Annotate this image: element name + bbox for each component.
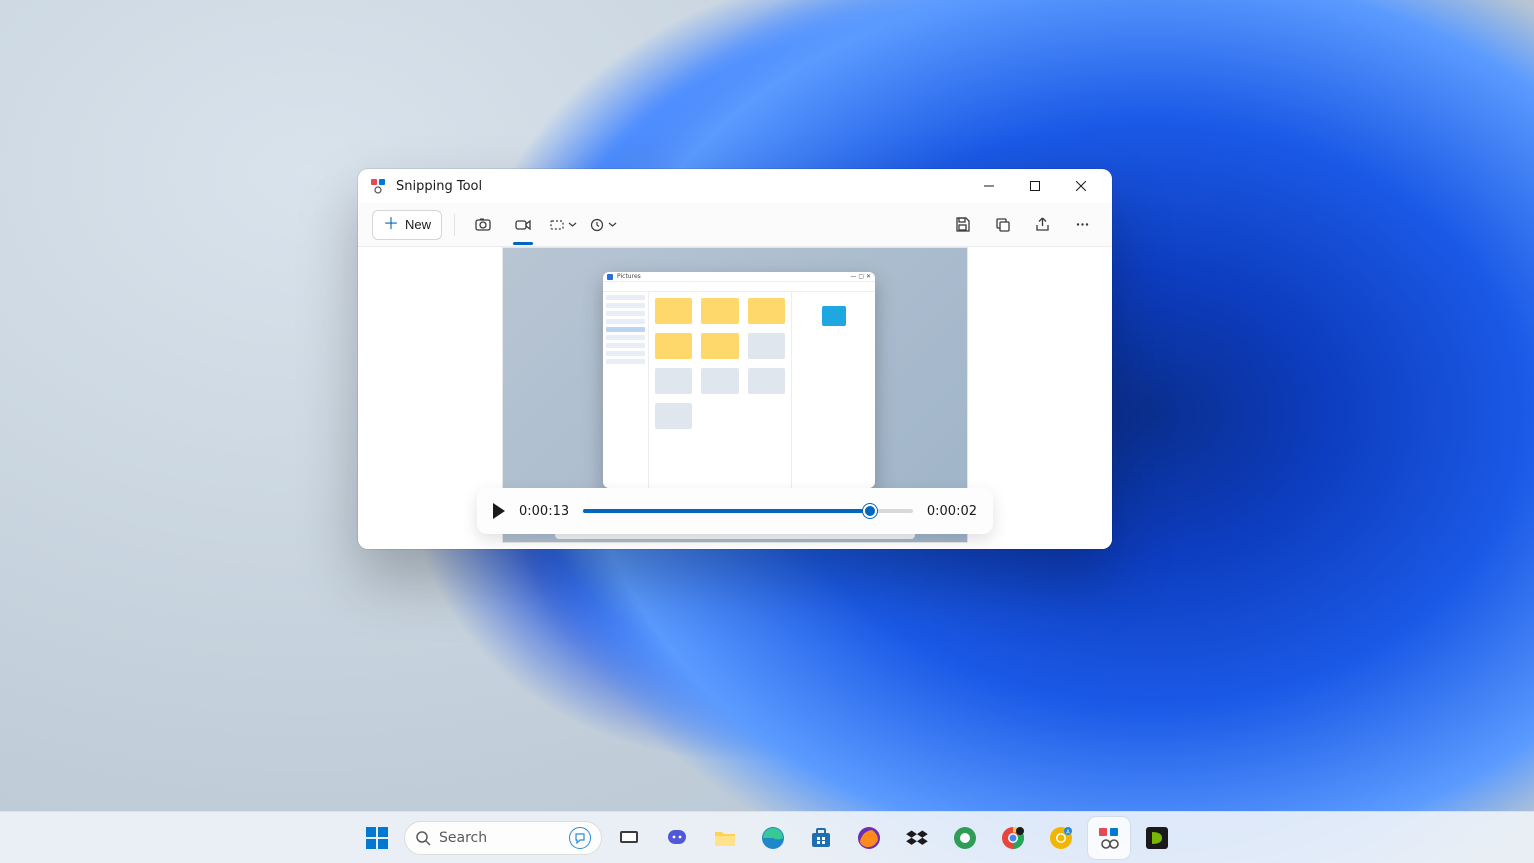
chat-button[interactable] bbox=[656, 817, 698, 859]
rectangle-icon bbox=[549, 217, 565, 233]
video-mode-button[interactable] bbox=[507, 210, 539, 240]
nvidia-icon bbox=[1144, 825, 1170, 851]
recorded-file-explorer: Pictures— ▢ ✕ bbox=[603, 272, 875, 488]
chat-icon bbox=[665, 826, 689, 850]
snipping-tool-button[interactable] bbox=[1088, 817, 1130, 859]
edge-button[interactable] bbox=[752, 817, 794, 859]
save-button[interactable] bbox=[946, 210, 978, 240]
video-icon bbox=[514, 216, 532, 234]
more-button[interactable] bbox=[1066, 210, 1098, 240]
chrome-canary-button[interactable]: A bbox=[1040, 817, 1082, 859]
maximize-button[interactable] bbox=[1012, 169, 1058, 203]
share-button[interactable] bbox=[1026, 210, 1058, 240]
windows-icon bbox=[364, 825, 390, 851]
close-button[interactable] bbox=[1058, 169, 1104, 203]
copy-button[interactable] bbox=[986, 210, 1018, 240]
chevron-down-icon bbox=[608, 220, 617, 229]
share-icon bbox=[1034, 216, 1051, 233]
chevron-down-icon bbox=[568, 220, 577, 229]
play-button[interactable] bbox=[493, 503, 505, 519]
file-explorer-button[interactable] bbox=[704, 817, 746, 859]
search-box[interactable]: Search bbox=[404, 821, 602, 855]
green-icon bbox=[952, 825, 978, 851]
chrome-icon bbox=[1000, 825, 1026, 851]
snip-icon bbox=[1097, 826, 1121, 850]
snip-shape-dropdown[interactable] bbox=[547, 210, 579, 240]
playback-controls: 0:00:13 0:00:02 bbox=[477, 488, 993, 534]
camera-icon bbox=[474, 216, 492, 234]
svg-text:A: A bbox=[1066, 829, 1070, 835]
save-icon bbox=[954, 216, 971, 233]
taskbar: Search A bbox=[0, 811, 1534, 863]
new-button[interactable]: ＋ New bbox=[372, 210, 442, 240]
clock-icon bbox=[589, 217, 605, 233]
elapsed-time: 0:00:13 bbox=[519, 504, 569, 519]
edge-icon bbox=[760, 825, 786, 851]
more-icon bbox=[1074, 216, 1091, 233]
new-button-label: New bbox=[405, 217, 431, 232]
delay-dropdown[interactable] bbox=[587, 210, 619, 240]
snipping-tool-app-icon bbox=[370, 178, 386, 194]
firefox-button[interactable] bbox=[848, 817, 890, 859]
task-view-button[interactable] bbox=[608, 817, 650, 859]
dropbox-button[interactable] bbox=[896, 817, 938, 859]
snipping-tool-window: Snipping Tool ＋ New bbox=[358, 169, 1112, 549]
folder-icon bbox=[712, 825, 738, 851]
progress-handle[interactable] bbox=[863, 504, 877, 518]
window-title: Snipping Tool bbox=[396, 179, 482, 194]
firefox-icon bbox=[856, 825, 882, 851]
remaining-time: 0:00:02 bbox=[927, 504, 977, 519]
nvidia-button[interactable] bbox=[1136, 817, 1178, 859]
camera-mode-button[interactable] bbox=[467, 210, 499, 240]
minimize-button[interactable] bbox=[966, 169, 1012, 203]
toolbar-separator bbox=[454, 214, 455, 236]
content-area: Pictures— ▢ ✕ 0:00:13 bbox=[358, 247, 1112, 549]
app-green-button[interactable] bbox=[944, 817, 986, 859]
store-icon bbox=[808, 825, 834, 851]
toolbar: ＋ New bbox=[358, 203, 1112, 247]
start-button[interactable] bbox=[356, 817, 398, 859]
store-button[interactable] bbox=[800, 817, 842, 859]
dropbox-icon bbox=[905, 826, 929, 850]
search-placeholder: Search bbox=[439, 830, 487, 846]
copy-icon bbox=[994, 216, 1011, 233]
plus-icon: ＋ bbox=[383, 217, 399, 233]
chrome-canary-icon: A bbox=[1048, 825, 1074, 851]
bing-chat-icon[interactable] bbox=[569, 827, 591, 849]
progress-fill bbox=[583, 509, 870, 513]
progress-track[interactable] bbox=[583, 509, 913, 513]
taskview-icon bbox=[617, 826, 641, 850]
titlebar[interactable]: Snipping Tool bbox=[358, 169, 1112, 203]
chrome-button[interactable] bbox=[992, 817, 1034, 859]
search-icon bbox=[415, 830, 431, 846]
